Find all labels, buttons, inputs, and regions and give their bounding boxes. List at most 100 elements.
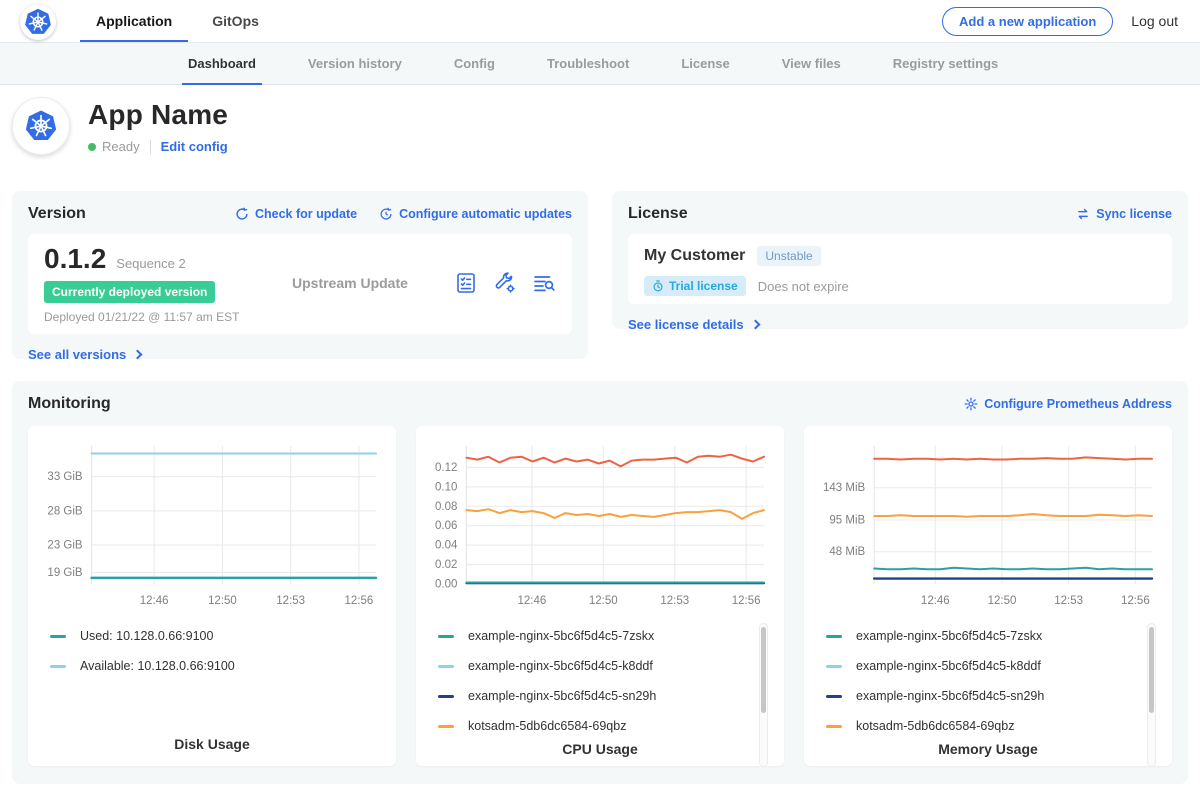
version-card-title: Version	[28, 205, 86, 223]
subnav-tab-version-history[interactable]: Version history	[308, 43, 402, 84]
legend-color-dash	[438, 635, 454, 638]
preflight-checks-icon[interactable]	[454, 271, 478, 295]
see-license-details-link[interactable]: See license details	[628, 317, 759, 332]
subnav-tab-label: Version history	[308, 56, 402, 71]
license-card: License Sync license My Customer Unstabl…	[612, 191, 1188, 329]
dashboard-main: Version Check for update	[0, 191, 1200, 784]
see-all-versions-label: See all versions	[28, 347, 126, 362]
app-kubernetes-icon	[21, 106, 61, 146]
chevron-right-icon	[133, 350, 143, 360]
subnav-tab-license[interactable]: License	[681, 43, 729, 84]
legend-item: kotsadm-5db6dc6584-69qbz	[438, 711, 748, 741]
legend-label: kotsadm-5db6dc6584-69qbz	[468, 719, 626, 733]
legend-scrollbar[interactable]	[1147, 623, 1156, 767]
svg-text:33 GiB: 33 GiB	[47, 471, 82, 483]
svg-text:12:53: 12:53	[276, 595, 305, 607]
subnav-tab-label: Dashboard	[188, 56, 256, 71]
legend-scrollbar-thumb[interactable]	[1149, 627, 1154, 713]
monitoring-title: Monitoring	[28, 395, 111, 413]
check-for-update-link[interactable]: Check for update	[235, 207, 357, 221]
subnav-tab-troubleshoot[interactable]: Troubleshoot	[547, 43, 629, 84]
channel-badge: Unstable	[757, 246, 820, 266]
legend-scrollbar-thumb[interactable]	[761, 627, 766, 713]
configure-prometheus-label: Configure Prometheus Address	[984, 397, 1172, 411]
svg-text:12:50: 12:50	[988, 595, 1017, 607]
svg-text:0.02: 0.02	[435, 559, 457, 571]
edit-config-link[interactable]: Edit config	[161, 139, 228, 154]
disk-usage-card: 33 GiB28 GiB23 GiB19 GiB12:4612:5012:531…	[28, 426, 396, 766]
see-all-versions-link[interactable]: See all versions	[28, 347, 141, 362]
subnav-tab-config[interactable]: Config	[454, 43, 495, 84]
svg-text:0.10: 0.10	[435, 481, 457, 493]
customer-name: My Customer	[644, 247, 745, 265]
see-license-details-label: See license details	[628, 317, 744, 332]
svg-text:12:56: 12:56	[345, 595, 374, 607]
chart-title: Memory Usage	[814, 741, 1162, 759]
svg-text:0.06: 0.06	[435, 520, 457, 532]
check-for-update-label: Check for update	[255, 207, 357, 221]
config-wrench-icon[interactable]	[493, 271, 517, 295]
legend-item: example-nginx-5bc6f5d4c5-sn29h	[438, 681, 748, 711]
chart-title: CPU Usage	[426, 741, 774, 759]
svg-text:95 MiB: 95 MiB	[829, 515, 865, 527]
subnav-tab-label: Troubleshoot	[547, 56, 629, 71]
tab-application[interactable]: Application	[92, 0, 176, 42]
subnav-tab-label: Registry settings	[893, 56, 998, 71]
svg-text:0.00: 0.00	[435, 579, 457, 591]
logout-link[interactable]: Log out	[1131, 13, 1178, 29]
sync-license-label: Sync license	[1096, 207, 1172, 221]
legend-label: example-nginx-5bc6f5d4c5-7zskx	[856, 629, 1042, 643]
tab-application-label: Application	[96, 13, 172, 29]
add-application-button[interactable]: Add a new application	[942, 7, 1113, 36]
sync-arrows-icon	[1076, 207, 1090, 221]
legend-item: kotsadm-5db6dc6584-69qbz	[826, 711, 1136, 741]
svg-text:12:53: 12:53	[1054, 595, 1083, 607]
configure-prometheus-link[interactable]: Configure Prometheus Address	[964, 397, 1172, 411]
sync-license-link[interactable]: Sync license	[1076, 207, 1172, 221]
version-card: Version Check for update	[12, 191, 588, 359]
legend-scrollbar[interactable]	[759, 623, 768, 767]
top-nav-right: Add a new application Log out	[942, 7, 1178, 36]
subnav-tab-view-files[interactable]: View files	[782, 43, 841, 84]
gear-icon	[964, 397, 978, 411]
disk-usage-chart: 33 GiB28 GiB23 GiB19 GiB12:4612:5012:531…	[38, 438, 386, 615]
kubernetes-helm-icon	[21, 5, 55, 39]
status-dot	[88, 143, 96, 151]
kubernetes-logo-icon[interactable]	[20, 4, 56, 40]
deployed-timestamp: Deployed 01/21/22 @ 11:57 am EST	[44, 310, 292, 324]
svg-text:48 MiB: 48 MiB	[829, 546, 865, 558]
memory-usage-chart: 143 MiB95 MiB48 MiB12:4612:5012:5312:56	[814, 438, 1162, 615]
tab-gitops[interactable]: GitOps	[208, 0, 263, 42]
app-subnav: Dashboard Version history Config Troublesho…	[0, 42, 1200, 85]
legend-color-dash	[826, 665, 842, 668]
legend-item: example-nginx-5bc6f5d4c5-sn29h	[826, 681, 1136, 711]
top-nav: Application GitOps Add a new application…	[0, 0, 1200, 42]
legend-label: example-nginx-5bc6f5d4c5-sn29h	[468, 689, 656, 703]
configure-automatic-updates-link[interactable]: Configure automatic updates	[379, 207, 572, 221]
stopwatch-icon	[652, 280, 664, 292]
legend-label: Used: 10.128.0.66:9100	[80, 629, 213, 643]
deploy-logs-icon[interactable]	[532, 271, 556, 295]
svg-text:12:50: 12:50	[589, 595, 618, 607]
svg-text:12:46: 12:46	[921, 595, 950, 607]
version-sequence: Sequence 2	[116, 256, 185, 271]
svg-text:12:46: 12:46	[140, 595, 169, 607]
svg-text:0.04: 0.04	[435, 540, 458, 552]
top-nav-tabs: Application GitOps	[92, 0, 295, 42]
subnav-tab-dashboard[interactable]: Dashboard	[188, 43, 256, 84]
release-type-label: Upstream Update	[292, 275, 454, 291]
subnav-tab-registry-settings[interactable]: Registry settings	[893, 43, 998, 84]
auto-update-clock-icon	[379, 207, 393, 221]
monitoring-section: Monitoring Configure Prometheus Address …	[12, 381, 1188, 784]
cpu-usage-legend: example-nginx-5bc6f5d4c5-7zskxexample-ng…	[426, 621, 774, 741]
legend-color-dash	[438, 665, 454, 668]
legend-item: example-nginx-5bc6f5d4c5-k8ddf	[826, 651, 1136, 681]
legend-color-dash	[438, 725, 454, 728]
legend-color-dash	[438, 695, 454, 698]
tab-gitops-label: GitOps	[212, 13, 259, 29]
svg-text:12:46: 12:46	[517, 595, 546, 607]
refresh-icon	[235, 207, 249, 221]
subnav-tab-label: View files	[782, 56, 841, 71]
subnav-tab-label: License	[681, 56, 729, 71]
memory-usage-card: 143 MiB95 MiB48 MiB12:4612:5012:5312:56 …	[804, 426, 1172, 766]
